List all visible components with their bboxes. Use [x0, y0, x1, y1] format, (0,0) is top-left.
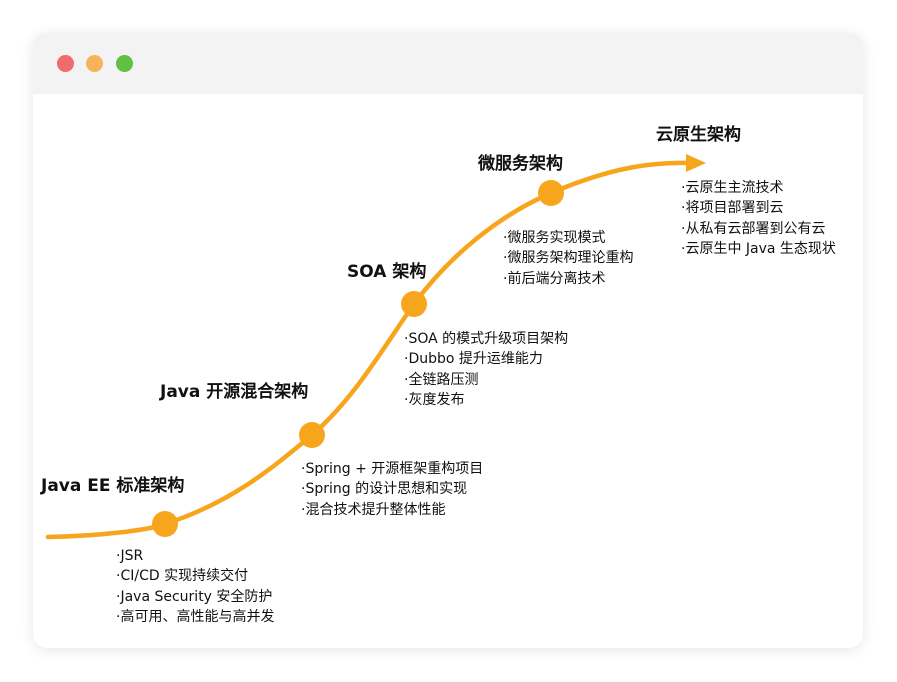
- list-item: Java Security 安全防护: [116, 587, 274, 607]
- list-item: 从私有云部署到公有云: [681, 219, 836, 239]
- milestone-dot: [152, 511, 178, 537]
- list-item: 全链路压测: [404, 370, 568, 390]
- list-item: 前后端分离技术: [503, 269, 633, 289]
- stage-title: 云原生架构: [656, 125, 741, 145]
- list-item: 微服务实现模式: [503, 228, 633, 248]
- milestone-dot: [401, 291, 427, 317]
- stage-title: Java EE 标准架构: [41, 476, 185, 496]
- list-item: Dubbo 提升运维能力: [404, 349, 568, 369]
- list-item: JSR: [116, 546, 274, 566]
- arrow-head-icon: [686, 154, 706, 172]
- list-item: 微服务架构理论重构: [503, 248, 633, 268]
- stage-title: Java 开源混合架构: [160, 382, 309, 402]
- list-item: 混合技术提升整体性能: [301, 500, 483, 520]
- list-item: 高可用、高性能与高并发: [116, 607, 274, 627]
- stage-title: 微服务架构: [478, 154, 563, 174]
- stage-points: SOA 的模式升级项目架构 Dubbo 提升运维能力 全链路压测 灰度发布: [404, 329, 568, 410]
- list-item: CI/CD 实现持续交付: [116, 566, 274, 586]
- list-item: Spring 的设计思想和实现: [301, 479, 483, 499]
- list-item: 云原生主流技术: [681, 178, 836, 198]
- milestone-dot: [299, 422, 325, 448]
- list-item: SOA 的模式升级项目架构: [404, 329, 568, 349]
- list-item: 灰度发布: [404, 390, 568, 410]
- list-item: 云原生中 Java 生态现状: [681, 239, 835, 259]
- stage-points: 云原生主流技术 将项目部署到云 从私有云部署到公有云 云原生中 Java 生态现…: [681, 178, 836, 259]
- list-item: 将项目部署到云: [681, 198, 836, 218]
- stage-points: 微服务实现模式 微服务架构理论重构 前后端分离技术: [503, 228, 633, 289]
- list-item: Spring + 开源框架重构项目: [301, 459, 483, 479]
- stage-title: SOA 架构: [347, 262, 427, 282]
- stage-points: JSR CI/CD 实现持续交付 Java Security 安全防护 高可用、…: [116, 546, 274, 627]
- milestone-dot: [538, 180, 564, 206]
- stage-points: Spring + 开源框架重构项目 Spring 的设计思想和实现 混合技术提升…: [301, 459, 483, 520]
